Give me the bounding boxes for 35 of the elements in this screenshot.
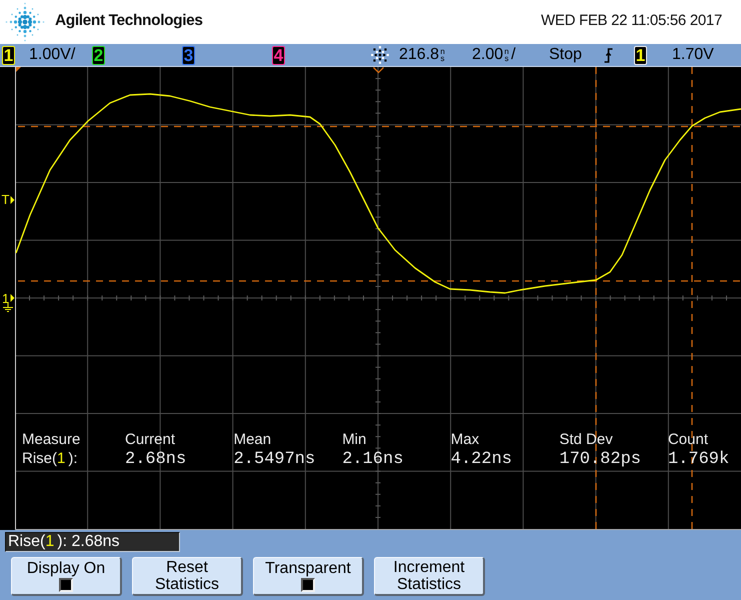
channel-badge[interactable]: 1 bbox=[2, 46, 15, 64]
acquisition-sparkle-icon bbox=[370, 46, 390, 64]
channel-badge[interactable]: 2 bbox=[92, 46, 105, 64]
measurement-value: 2.16ns bbox=[342, 450, 404, 470]
measurement-value: 4.22ns bbox=[450, 450, 513, 470]
column-heading: Mean bbox=[234, 431, 272, 449]
softkey-button[interactable]: Increment Statistics bbox=[374, 557, 485, 596]
checkbox[interactable] bbox=[59, 578, 73, 592]
measurement-value: 2.5497ns bbox=[234, 450, 316, 470]
measure-title: Measure bbox=[22, 431, 82, 449]
column-heading: Min bbox=[342, 431, 368, 449]
softkey-button[interactable]: Transparent bbox=[253, 557, 364, 596]
date-time: WED FEB 22 11:05:56 2017 bbox=[541, 12, 722, 29]
softkey-button[interactable]: Display On bbox=[11, 557, 122, 596]
rising-edge-icon bbox=[604, 48, 613, 62]
measurement-readout: Rise(1 ): 2.68ns bbox=[5, 532, 180, 552]
measurement-value: 170.82ps bbox=[559, 450, 642, 470]
channel-badge[interactable]: 3 bbox=[182, 46, 195, 64]
column-heading: Current bbox=[125, 431, 176, 449]
starburst-logo-icon bbox=[4, 2, 46, 42]
vertical-scale: 1.00V/ bbox=[29, 46, 76, 64]
brand-name: Agilent Technologies bbox=[55, 12, 203, 30]
channel-badge[interactable]: 4 bbox=[272, 46, 285, 64]
trigger-position-icon[interactable] bbox=[373, 67, 384, 74]
column-heading: Max bbox=[450, 431, 480, 449]
measurement-value: 1.769k bbox=[668, 450, 730, 470]
softkey-button[interactable]: Reset Statistics bbox=[132, 557, 243, 596]
run-state: Stop bbox=[549, 46, 582, 64]
column-heading: Std Dev bbox=[559, 431, 614, 449]
measurement-value: 2.68ns bbox=[125, 450, 188, 470]
trigger-source-badge[interactable]: 1 bbox=[634, 46, 647, 64]
measurement-label: Rise(1 ): bbox=[22, 450, 79, 469]
checkbox[interactable] bbox=[301, 578, 315, 592]
column-heading: Count bbox=[668, 431, 709, 449]
trigger-level: 1.70V bbox=[672, 46, 714, 64]
